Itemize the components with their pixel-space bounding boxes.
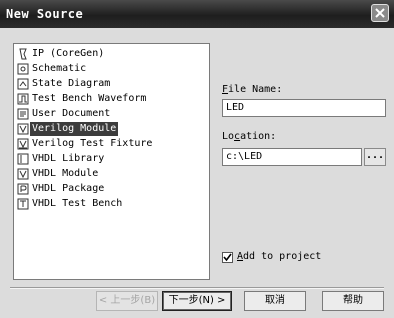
list-item-state-diagram[interactable]: State Diagram (17, 77, 110, 91)
schematic-icon (17, 63, 29, 75)
list-item-label: IP (CoreGen) (32, 48, 105, 59)
list-item-schematic[interactable]: Schematic (17, 62, 86, 76)
window-title: New Source (6, 7, 84, 21)
help-button[interactable]: 帮助 (322, 291, 384, 311)
list-item-label: State Diagram (32, 78, 111, 89)
close-icon (375, 8, 385, 18)
add-to-project-checkbox[interactable] (222, 252, 233, 263)
list-item-verilog-test-fixture[interactable]: Verilog Test Fixture (17, 137, 152, 151)
list-item-label: Verilog Module (30, 122, 119, 136)
list-item-test-bench-waveform[interactable]: Test Bench Waveform (17, 92, 146, 106)
next-button[interactable]: 下一步(N) > (162, 291, 232, 311)
file-name-input[interactable]: LED (222, 99, 386, 117)
list-item-vhdl-package[interactable]: VHDL Package (17, 182, 104, 196)
list-item-label: User Document (32, 108, 111, 119)
close-button[interactable] (371, 4, 389, 22)
button-divider (10, 287, 384, 289)
location-label-text: ation: (240, 131, 277, 142)
checkmark-icon (223, 253, 232, 262)
list-item-label: Test Bench Waveform (32, 93, 147, 104)
test-fixture-icon (17, 138, 29, 150)
vhdl-module-icon (17, 168, 29, 180)
list-item-vhdl-library[interactable]: VHDL Library (17, 152, 104, 166)
file-name-label-text: ile Name: (228, 84, 283, 95)
list-item-verilog-module[interactable]: Verilog Module (17, 122, 119, 136)
title-bar[interactable]: New Source (0, 0, 394, 28)
location-input[interactable]: c:\LED (222, 148, 362, 166)
add-to-project-label: Add to project (237, 251, 321, 262)
list-item-label: VHDL Library (32, 153, 105, 164)
location-label-start: Lo (222, 131, 235, 142)
test-bench-icon (17, 198, 29, 210)
source-type-list[interactable]: IP (CoreGen) Schematic State Diagram Tes… (13, 43, 210, 280)
location-label: Location: (222, 131, 276, 142)
add-to-project-label-text: dd to project (243, 251, 322, 262)
library-icon (17, 153, 29, 165)
waveform-icon (17, 93, 29, 105)
list-item-label: VHDL Test Bench (32, 198, 123, 209)
state-diagram-icon (17, 78, 29, 90)
list-item-label: VHDL Module (32, 168, 99, 179)
list-item-vhdl-module[interactable]: VHDL Module (17, 167, 98, 181)
cancel-button[interactable]: 取消 (244, 291, 306, 311)
list-item-ip-coregen[interactable]: IP (CoreGen) (17, 47, 104, 61)
list-item-label: VHDL Package (32, 183, 105, 194)
package-icon (17, 183, 29, 195)
ip-core-icon (17, 48, 29, 60)
file-name-label: File Name: (222, 84, 282, 95)
list-item-label: Schematic (32, 63, 87, 74)
back-button[interactable]: < 上一步(B) (96, 291, 158, 311)
verilog-module-icon (17, 123, 29, 135)
browse-button[interactable]: ... (364, 148, 386, 166)
list-item-user-document[interactable]: User Document (17, 107, 110, 121)
list-item-label: Verilog Test Fixture (32, 138, 153, 149)
list-item-vhdl-test-bench[interactable]: VHDL Test Bench (17, 197, 122, 211)
document-icon (17, 108, 29, 120)
